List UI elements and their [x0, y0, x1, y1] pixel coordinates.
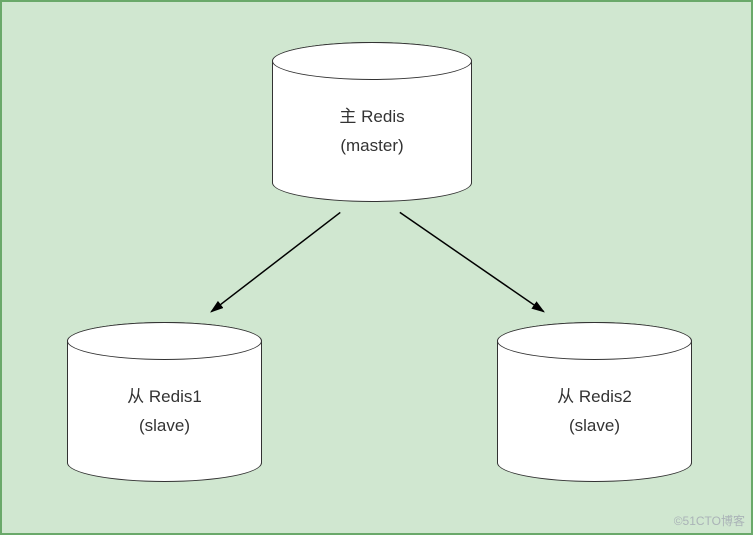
diagram-canvas: 主 Redis (master) 从 Redis1 (slave) 从 Redi…	[0, 0, 753, 535]
node-slave1-label: 从 Redis1 (slave)	[68, 383, 261, 441]
slave1-line2: (slave)	[68, 412, 261, 441]
node-slave1: 从 Redis1 (slave)	[67, 322, 262, 482]
arrow-master-slave2	[400, 212, 544, 311]
slave1-line1: 从 Redis1	[68, 383, 261, 412]
node-master: 主 Redis (master)	[272, 42, 472, 202]
arrow-master-slave1	[211, 212, 340, 311]
node-slave2: 从 Redis2 (slave)	[497, 322, 692, 482]
watermark: ©51CTO博客	[674, 512, 745, 529]
slave2-line1: 从 Redis2	[498, 383, 691, 412]
node-master-label: 主 Redis (master)	[273, 103, 471, 161]
master-line1: 主 Redis	[273, 103, 471, 132]
master-line2: (master)	[273, 132, 471, 161]
slave2-line2: (slave)	[498, 412, 691, 441]
node-slave2-label: 从 Redis2 (slave)	[498, 383, 691, 441]
